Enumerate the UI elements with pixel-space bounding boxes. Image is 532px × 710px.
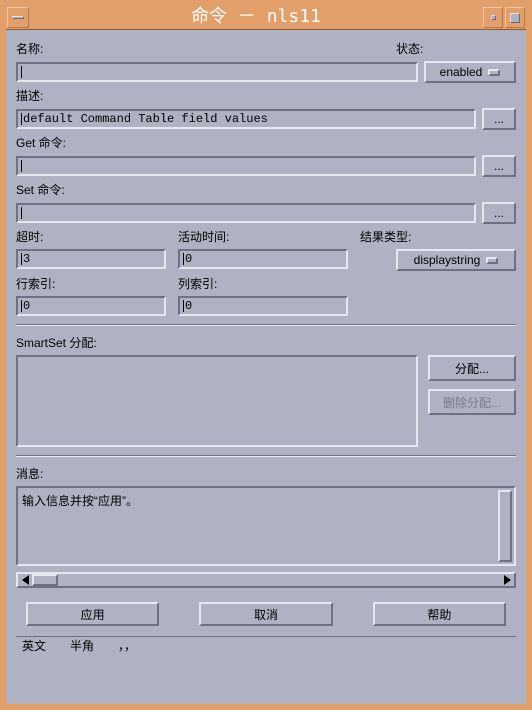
cancel-button[interactable]: 取消 [199,602,332,626]
desc-input[interactable]: default Command Table field values [16,109,476,129]
window-title: 命令 － nls11 [30,6,482,29]
desc-label: 描述: [16,87,516,104]
assign-button[interactable]: 分配... [428,355,516,381]
get-cmd-label: Get 命令: [16,134,516,151]
arrow-right-icon [504,575,511,585]
set-cmd-label: Set 命令: [16,181,516,198]
smartset-list[interactable] [16,355,418,447]
row-index-input[interactable]: 0 [16,296,166,316]
maximize-icon [510,13,520,23]
get-cmd-browse-button[interactable]: ... [482,155,516,177]
hscrollbar[interactable] [16,572,516,588]
name-input[interactable] [16,62,418,82]
status-extra: ，， [118,637,136,654]
result-type-select[interactable]: displaystring [396,249,516,271]
col-index-input[interactable]: 0 [178,296,348,316]
state-label: 状态: [396,40,516,57]
desc-browse-button[interactable]: ... [482,108,516,130]
status-width: 半角 [70,637,94,654]
status-lang: 英文 [22,637,46,654]
set-cmd-browse-button[interactable]: ... [482,202,516,224]
client-area: 名称: 状态: enabled 描述: default Command Tabl… [6,30,526,704]
result-type-value: displaystring [414,253,481,267]
result-type-label: 结果类型: [360,228,516,245]
arrow-left-icon [22,575,29,585]
col-index-label: 列索引: [178,275,348,292]
active-time-input[interactable]: 0 [178,249,348,269]
state-select[interactable]: enabled [424,61,516,83]
row-index-label: 行索引: [16,275,166,292]
option-indicator-icon [486,257,498,264]
minimize-button[interactable] [483,7,503,28]
state-value: enabled [440,65,483,79]
menu-icon [12,16,24,19]
timeout-label: 超时: [16,228,166,245]
titlebar: 命令 － nls11 [6,6,526,30]
statusbar: 英文 半角 ，， [16,636,516,654]
smartset-label: SmartSet 分配: [16,334,516,351]
set-cmd-input[interactable] [16,203,476,223]
message-label: 消息: [16,465,516,482]
window-frame: 命令 － nls11 名称: 状态: enabled 描述: default C… [0,0,532,710]
scroll-thumb[interactable] [32,574,58,586]
name-label: 名称: [16,40,390,57]
option-indicator-icon [488,69,500,76]
get-cmd-input[interactable] [16,156,476,176]
window-menu-button[interactable] [7,7,29,28]
apply-button[interactable]: 应用 [26,602,159,626]
minimize-icon [491,15,496,20]
message-vscrollbar[interactable] [498,490,512,562]
maximize-button[interactable] [505,7,525,28]
separator [16,455,516,457]
message-area: 输入信息并按“应用”。 [16,486,516,566]
timeout-input[interactable]: 3 [16,249,166,269]
scroll-right-button[interactable] [500,574,514,586]
help-button[interactable]: 帮助 [373,602,506,626]
separator [16,324,516,326]
scroll-left-button[interactable] [18,574,32,586]
unassign-button: 删除分配... [428,389,516,415]
active-time-label: 活动时间: [178,228,348,245]
message-text: 输入信息并按“应用”。 [22,494,138,508]
